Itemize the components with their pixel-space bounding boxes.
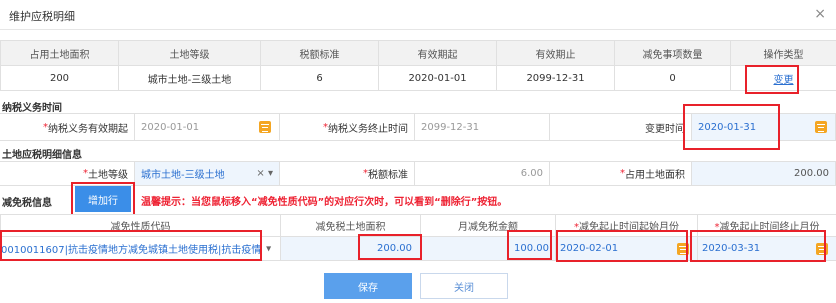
dialog-title-bar: 维护应税明细 × xyxy=(0,0,836,30)
relief-code-select[interactable]: 0010011607|抗击疫情地方减免城镇土地使用税|抗击疫情 ▾ xyxy=(0,236,281,261)
std-label: * 税额标准 xyxy=(280,162,415,185)
col-header-valid-to: 有效期止 xyxy=(496,40,615,66)
add-row-button[interactable]: 增加行 xyxy=(75,186,131,212)
cell-valid-from: 2020-01-01 xyxy=(378,65,497,91)
change-link[interactable]: 变更 xyxy=(774,75,794,86)
end-month-field[interactable]: 2020-03-31 xyxy=(697,236,836,261)
area-field[interactable]: 200.00 xyxy=(692,162,836,185)
area-label: * 占用土地面积 xyxy=(550,162,692,185)
relief-table: 减免性质代码 减免税土地面积 月减免税金额 *减免起止时间起始月份 *减免起止时… xyxy=(0,214,836,261)
change-time-label: 变更时间 xyxy=(550,114,692,140)
section-title-duty: 纳税义务时间 xyxy=(2,103,62,114)
std-field[interactable]: 6.00 xyxy=(415,162,550,185)
col-header-relief-area: 减免税土地面积 xyxy=(280,214,421,237)
close-icon[interactable]: × xyxy=(814,6,826,22)
col-header-standard: 税额标准 xyxy=(260,40,379,66)
relief-header-row: 减免性质代码 减免税土地面积 月减免税金额 *减免起止时间起始月份 *减免起止时… xyxy=(0,214,836,237)
save-button[interactable]: 保存 xyxy=(324,273,412,299)
calendar-icon[interactable] xyxy=(677,242,689,255)
relief-area-field[interactable]: 200.00 xyxy=(280,236,421,261)
duty-end-label: * 纳税义务终止时间 xyxy=(280,114,415,140)
cell-grade: 城市土地-三级土地 xyxy=(118,65,261,91)
table-row: 0010011607|抗击疫情地方减免城镇土地使用税|抗击疫情 ▾ 200.00… xyxy=(0,236,836,261)
section-title-land: 土地应税明细信息 xyxy=(2,150,82,161)
cell-relief-count: 0 xyxy=(614,65,731,91)
duty-start-label: * 纳税义务有效期起 xyxy=(0,114,135,140)
warning-text: 温馨提示：当您鼠标移入“减免性质代码”的对应行次时，可以看到“删除行”按钮。 xyxy=(141,197,508,208)
monthly-amount-field[interactable]: 100.00 xyxy=(420,236,556,261)
table-row: 200 城市土地-三级土地 6 2020-01-01 2099-12-31 0 … xyxy=(0,65,836,91)
change-time-field[interactable]: 2020-01-31 xyxy=(692,114,836,140)
calendar-icon[interactable] xyxy=(816,242,828,255)
duty-end-field[interactable]: 2099-12-31 xyxy=(415,114,550,140)
col-header-end-month: *减免起止时间终止月份 xyxy=(697,214,836,237)
col-header-relief-count: 减免事项数量 xyxy=(614,40,731,66)
col-header-start-month: *减免起止时间起始月份 xyxy=(555,214,698,237)
col-header-action: 操作类型 xyxy=(730,40,836,66)
section-title-relief: 减免税信息 xyxy=(2,198,52,209)
col-header-valid-from: 有效期起 xyxy=(378,40,497,66)
summary-header-row: 占用土地面积 土地等级 税额标准 有效期起 有效期止 减免事项数量 操作类型 xyxy=(0,40,836,66)
start-month-field[interactable]: 2020-02-01 xyxy=(555,236,698,261)
close-button[interactable]: 关闭 xyxy=(420,273,508,299)
summary-table: 占用土地面积 土地等级 税额标准 有效期起 有效期止 减免事项数量 操作类型 2… xyxy=(0,40,836,91)
grade-label: * 土地等级 xyxy=(0,162,135,185)
land-row: * 土地等级 城市土地-三级土地 × ▾ * 税额标准 6.00 * 占用土地面积 20… xyxy=(0,161,836,186)
cell-valid-to: 2099-12-31 xyxy=(496,65,615,91)
chevron-down-icon[interactable]: ▾ xyxy=(263,244,271,255)
col-header-code: 减免性质代码 xyxy=(0,214,281,237)
relief-code-value: 0010011607|抗击疫情地方减免城镇土地使用税|抗击疫情 xyxy=(1,245,262,256)
col-header-grade: 土地等级 xyxy=(118,40,261,66)
calendar-icon[interactable] xyxy=(259,121,271,133)
grade-select[interactable]: 城市土地-三级土地 × ▾ xyxy=(135,162,280,185)
cell-action: 变更 xyxy=(730,65,836,91)
col-header-monthly-amount: 月减免税金额 xyxy=(420,214,556,237)
clear-and-dropdown-icon[interactable]: × ▾ xyxy=(256,168,273,179)
col-header-area: 占用土地面积 xyxy=(0,40,119,66)
cell-area: 200 xyxy=(0,65,119,91)
duty-row: * 纳税义务有效期起 2020-01-01 * 纳税义务终止时间 2099-12-3… xyxy=(0,113,836,141)
dialog-title: 维护应税明细 xyxy=(9,10,75,23)
duty-start-field[interactable]: 2020-01-01 xyxy=(135,114,280,140)
cell-standard: 6 xyxy=(260,65,379,91)
calendar-icon[interactable] xyxy=(815,121,827,133)
